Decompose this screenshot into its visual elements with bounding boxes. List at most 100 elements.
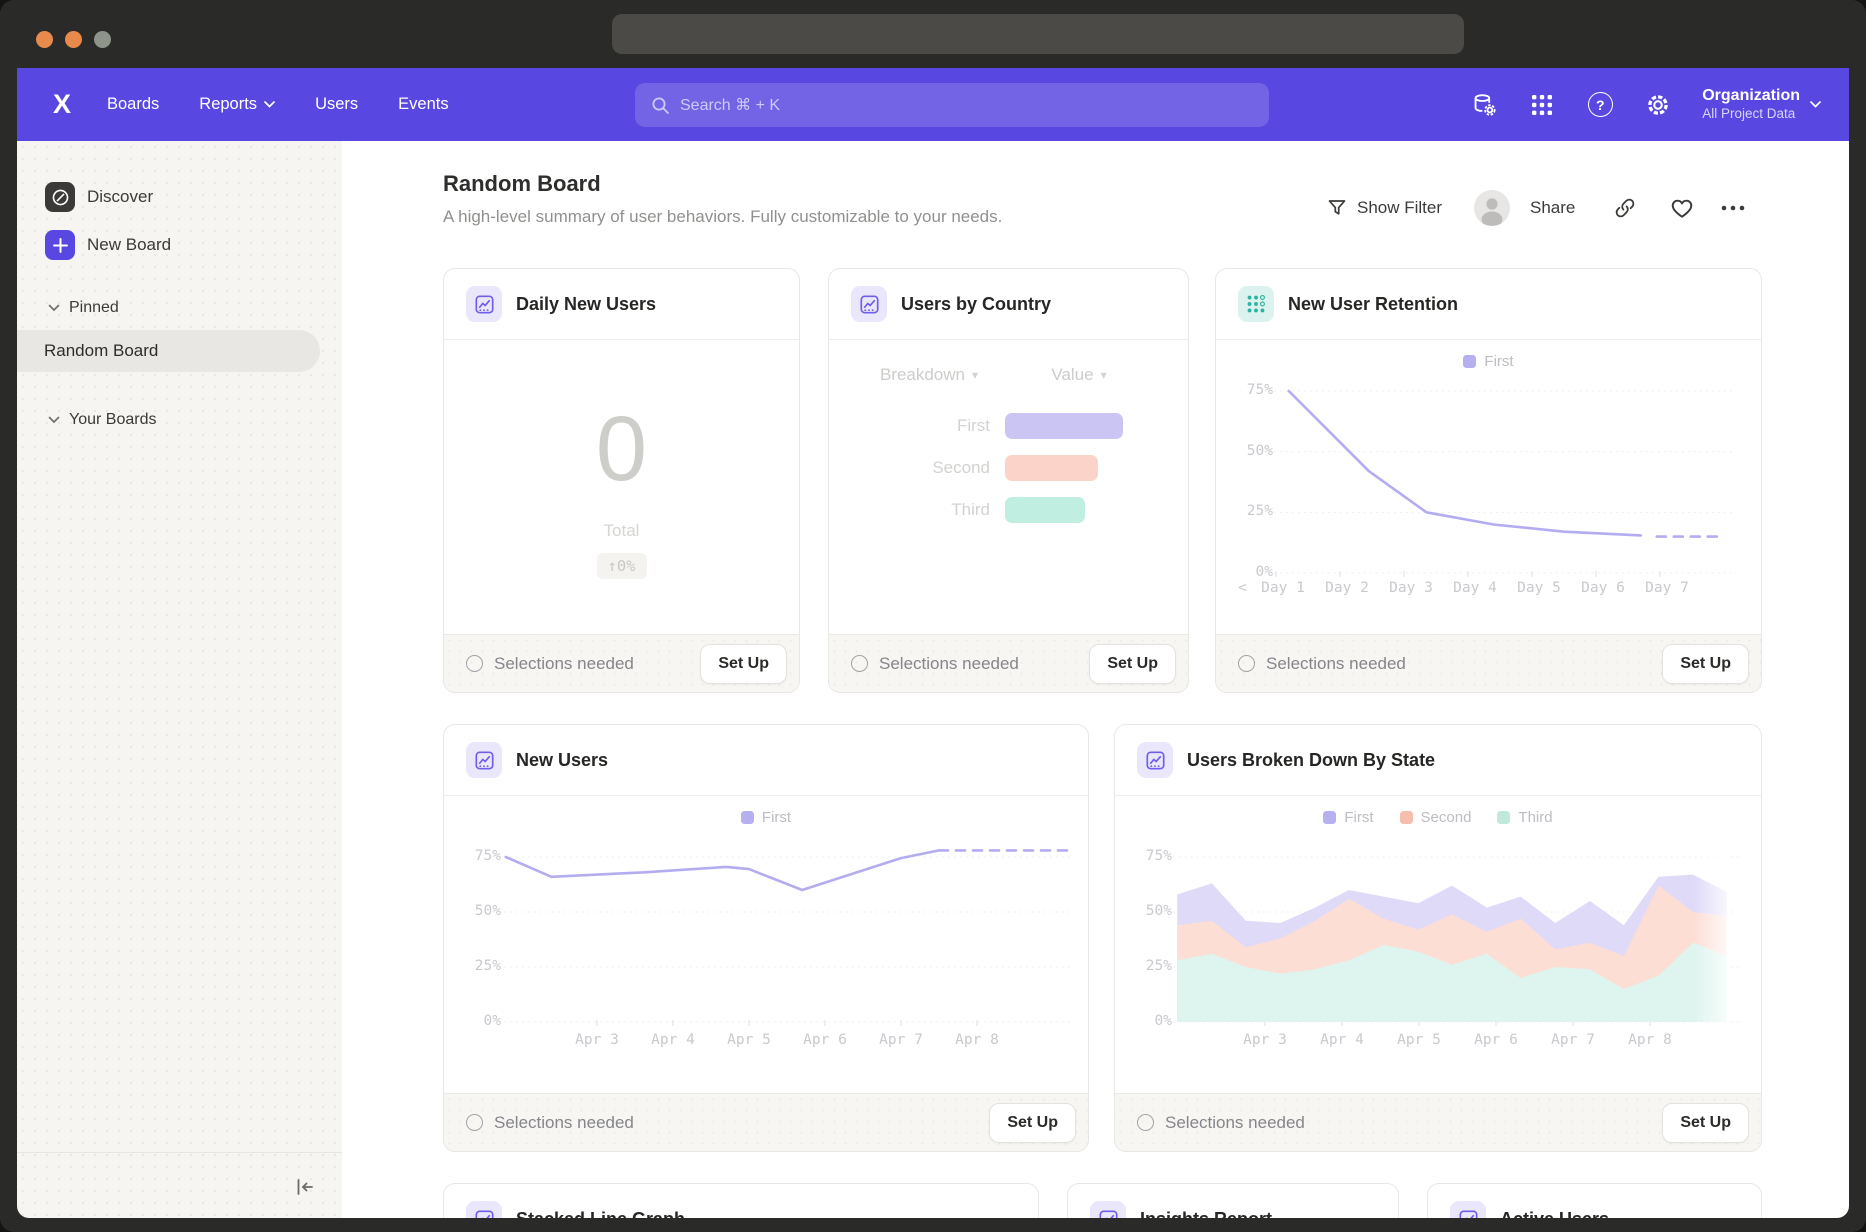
set-up-button[interactable]: Set Up [1662, 1103, 1749, 1143]
axis-prev-chevron[interactable]: < [1238, 580, 1247, 596]
card-footer: Selections needed Set Up [444, 634, 799, 692]
value-dropdown[interactable]: Value ▾ [1024, 365, 1134, 385]
collapse-left-icon [293, 1175, 317, 1199]
page-title: Random Board [443, 171, 601, 197]
share-button[interactable]: Share [1530, 189, 1575, 227]
metric-label: Total [444, 521, 799, 541]
card-footer: Selections needed Set Up [444, 1093, 1088, 1151]
metric-big-value: 0 [444, 397, 799, 502]
card-header: Users Broken Down By State [1115, 725, 1761, 795]
bar-third [1005, 497, 1085, 523]
search-placeholder: Search ⌘ + K [680, 95, 780, 115]
nav-item-boards[interactable]: Boards [107, 95, 159, 114]
new-users-line-chart [444, 825, 1088, 1055]
card-header: Active Users [1428, 1184, 1761, 1218]
nav-links: Boards Reports Users Events [107, 68, 449, 141]
apps-grid-icon[interactable] [1528, 91, 1556, 119]
avatar[interactable] [1474, 189, 1510, 227]
top-navbar: X Boards Reports Users Events Search ⌘ +… [17, 68, 1849, 141]
plus-icon [45, 230, 75, 260]
copy-link-button[interactable] [1614, 189, 1636, 227]
window-zoom-button[interactable] [94, 31, 111, 48]
org-switcher[interactable]: Organization All Project Data [1702, 86, 1821, 123]
bar-row-first: First [829, 413, 1188, 439]
nav-item-reports[interactable]: Reports [199, 95, 275, 114]
divider [1216, 339, 1761, 340]
retention-dots-icon [1238, 286, 1274, 322]
card-footer: Selections needed Set Up [1115, 1093, 1761, 1151]
set-up-button[interactable]: Set Up [1662, 644, 1749, 684]
card-header: New Users [444, 725, 1088, 795]
card-footer: Selections needed Set Up [1216, 634, 1761, 692]
card-daily-new-users: Daily New Users 0 Total ↑0% Selections n… [443, 268, 800, 693]
legend-swatch [1323, 811, 1336, 824]
bar-row-second: Second [829, 455, 1188, 481]
chart-legend: First [444, 809, 1088, 826]
favorite-button[interactable] [1670, 189, 1694, 227]
nav-item-events[interactable]: Events [398, 95, 448, 114]
nav-item-users[interactable]: Users [315, 95, 358, 114]
status-radio-icon [1137, 1114, 1154, 1131]
window-titlebar [0, 0, 1866, 68]
card-header: Insights Report [1068, 1184, 1398, 1218]
card-header: Stacked Line Graph [444, 1184, 1038, 1218]
browser-window: X Boards Reports Users Events Search ⌘ +… [0, 0, 1866, 1232]
legend-swatch [1497, 811, 1510, 824]
sidebar-collapse-button[interactable] [291, 1173, 319, 1201]
data-management-icon[interactable] [1470, 91, 1498, 119]
status-radio-icon [466, 1114, 483, 1131]
settings-gear-icon[interactable] [1644, 91, 1672, 119]
user-avatar-icon [1474, 190, 1510, 226]
status-radio-icon [851, 655, 868, 672]
page-subtitle: A high-level summary of user behaviors. … [443, 207, 1002, 227]
chart-legend: First Second Third [1115, 809, 1761, 826]
bar-first [1005, 413, 1123, 439]
sidebar-item-new-board[interactable]: New Board [45, 230, 171, 260]
card-new-users: New Users First 75% 50% 25% 0% Apr 3 Apr… [443, 724, 1089, 1152]
caret-down-icon: ▾ [1101, 368, 1107, 382]
link-icon [1614, 197, 1636, 219]
card-insights-report: Insights Report [1067, 1183, 1399, 1218]
card-new-user-retention: New User Retention First 75% 50% 25% 0% … [1215, 268, 1762, 693]
sidebar-section-your-boards[interactable]: Your Boards [48, 411, 156, 429]
breakdown-dropdown[interactable]: Breakdown ▾ [859, 365, 999, 385]
board-main: Random Board A high-level summary of use… [342, 141, 1849, 1218]
nav-right-cluster: ? Organization All Project Data [1470, 68, 1821, 141]
help-icon[interactable]: ? [1586, 91, 1614, 119]
insights-chart-icon [1137, 742, 1173, 778]
show-filter-button[interactable]: Show Filter [1327, 189, 1442, 227]
metric-delta-badge: ↑0% [597, 553, 647, 579]
insights-chart-icon [466, 286, 502, 322]
sidebar-item-discover[interactable]: Discover [45, 182, 153, 212]
mixpanel-logo[interactable]: X [53, 68, 70, 141]
sidebar-section-pinned[interactable]: Pinned [48, 299, 119, 317]
chevron-down-icon [48, 304, 60, 312]
insights-chart-icon [851, 286, 887, 322]
card-header: New User Retention [1216, 269, 1761, 339]
set-up-button[interactable]: Set Up [1089, 644, 1176, 684]
caret-down-icon: ▾ [972, 368, 978, 382]
heart-icon [1670, 197, 1694, 219]
legend-swatch [1463, 355, 1476, 368]
window-minimize-button[interactable] [65, 31, 82, 48]
address-bar[interactable] [612, 14, 1464, 54]
card-users-by-country: Users by Country Breakdown ▾ Value ▾ Fir… [828, 268, 1189, 693]
status-text: Selections needed [494, 1113, 989, 1133]
chevron-down-icon [48, 416, 60, 424]
divider [829, 339, 1188, 340]
card-users-by-state: Users Broken Down By State First Second … [1114, 724, 1762, 1152]
retention-line-chart [1216, 369, 1761, 584]
sidebar-item-random-board[interactable]: Random Board [17, 330, 320, 372]
set-up-button[interactable]: Set Up [989, 1103, 1076, 1143]
search-icon [651, 96, 670, 115]
legend-swatch [741, 811, 754, 824]
window-close-button[interactable] [36, 31, 53, 48]
bar-second [1005, 455, 1098, 481]
chevron-down-icon [264, 101, 275, 108]
search-input[interactable]: Search ⌘ + K [635, 83, 1269, 127]
set-up-button[interactable]: Set Up [700, 644, 787, 684]
chevron-down-icon [1810, 101, 1821, 108]
divider [444, 339, 799, 340]
insights-chart-icon [1090, 1201, 1126, 1218]
more-options-button[interactable] [1720, 189, 1746, 227]
